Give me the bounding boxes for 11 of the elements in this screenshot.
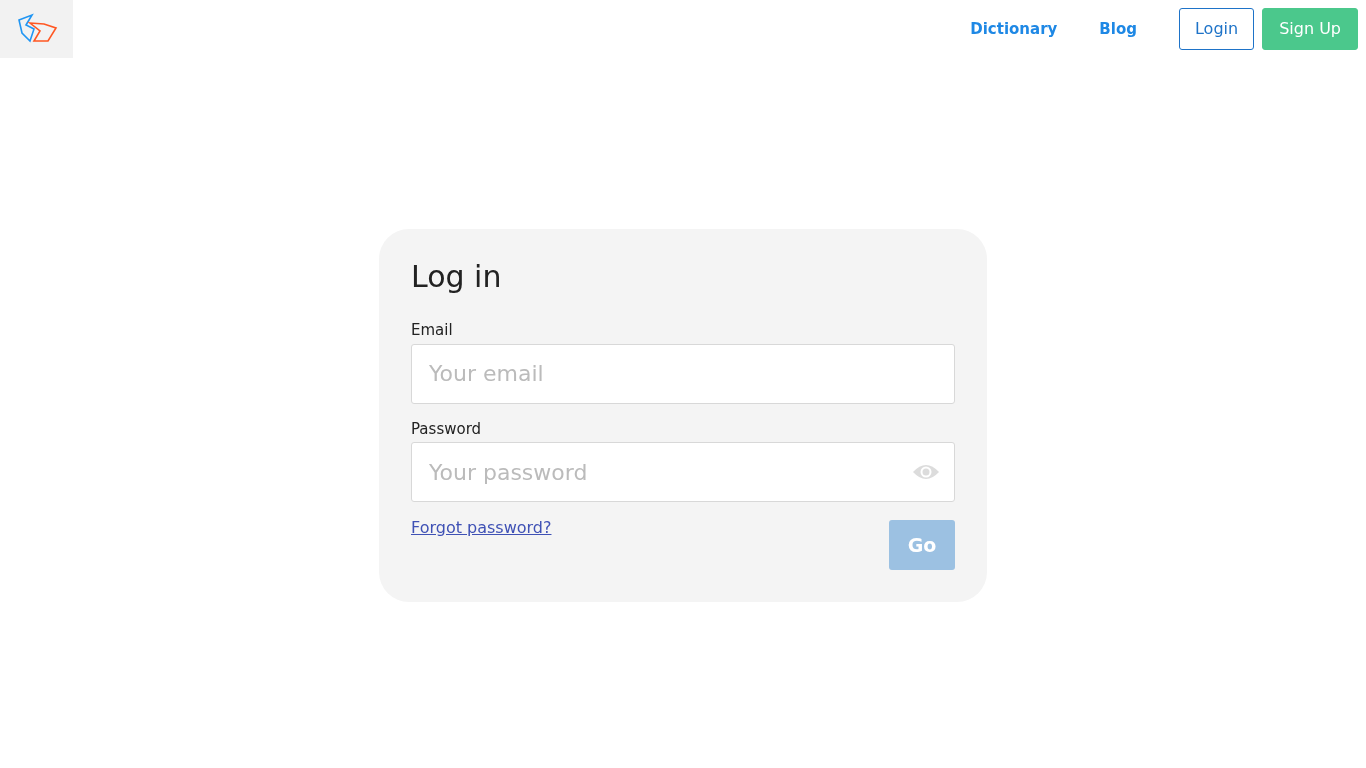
email-field[interactable]: Your email [411,343,955,404]
login-button[interactable]: Login [1178,8,1255,50]
nav-link[interactable]: Dictionary [970,17,1058,41]
password-field[interactable]: Your password [411,442,955,502]
login-title: Log in [411,259,503,295]
field-label: Password [411,418,483,440]
forgot-password-link[interactable]: Forgot password? [411,516,552,540]
field-label: Email [411,320,454,341]
logo[interactable] [0,0,73,58]
nav-link[interactable]: Blog [1099,17,1137,41]
sign-up-button[interactable]: Sign Up [1262,8,1358,50]
